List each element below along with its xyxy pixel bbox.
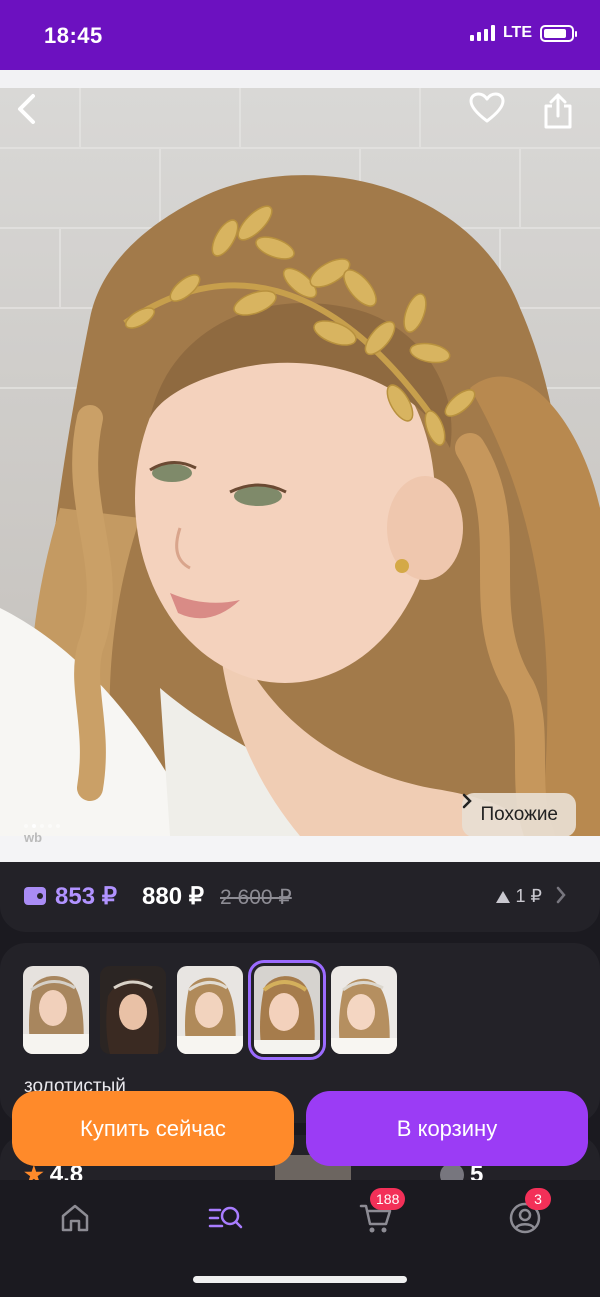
old-price: 2 600 ₽	[220, 886, 292, 909]
nav-profile[interactable]: 3	[495, 1188, 555, 1240]
status-indicators: LTE	[469, 24, 577, 42]
price: 880 ₽	[142, 883, 204, 910]
similar-button[interactable]: Похожие	[462, 793, 576, 836]
chevron-right-icon	[556, 886, 566, 904]
share-icon	[544, 93, 572, 129]
gallery-dot	[56, 824, 60, 828]
share-button[interactable]	[542, 92, 586, 136]
variant-thumbnail[interactable]	[100, 966, 166, 1054]
product-screen: 18:45 LTE Похожие wb 853 ₽ 880 ₽ 2 600 ₽…	[0, 0, 600, 1297]
signal-icon	[469, 25, 495, 41]
image-bottom-band	[0, 836, 600, 862]
gallery-dot	[32, 824, 36, 828]
wallet-icon	[24, 887, 46, 905]
watermark: wb	[24, 830, 43, 845]
arrow-up-icon	[495, 890, 510, 903]
variant-thumbnail[interactable]	[23, 966, 89, 1054]
product-image-gallery[interactable]: Похожие	[0, 88, 600, 836]
heart-icon	[469, 92, 505, 123]
variant-thumbnail-selected[interactable]	[248, 960, 326, 1060]
search-catalog-icon	[208, 1206, 243, 1229]
nav-catalog[interactable]	[196, 1196, 256, 1240]
gallery-dots	[24, 824, 60, 828]
status-bar: 18:45 LTE	[0, 0, 600, 70]
back-button[interactable]	[14, 92, 58, 136]
variant-thumbnail[interactable]	[331, 966, 397, 1054]
cart-badge: 188	[370, 1188, 406, 1210]
buy-now-button[interactable]: Купить сейчас	[12, 1091, 294, 1166]
nav-home[interactable]	[45, 1196, 105, 1240]
favorite-button[interactable]	[469, 92, 513, 136]
variant-thumbnail[interactable]	[177, 966, 243, 1054]
nav-cart[interactable]: 188	[346, 1188, 406, 1240]
product-photo	[0, 88, 600, 836]
gallery-dot	[40, 824, 44, 828]
gallery-dot	[24, 824, 28, 828]
network-label: LTE	[502, 24, 532, 41]
home-indicator	[193, 1276, 407, 1283]
add-to-cart-button[interactable]: В корзину	[306, 1091, 588, 1166]
home-icon	[61, 1204, 89, 1232]
price-change: 1 ₽	[495, 886, 542, 907]
price-card[interactable]: 853 ₽ 880 ₽ 2 600 ₽ 1 ₽	[0, 862, 600, 932]
chevron-right-icon	[463, 793, 473, 809]
top-strip	[0, 70, 600, 88]
status-time: 18:45	[44, 23, 103, 48]
wallet-price: 853 ₽	[55, 883, 117, 910]
profile-badge: 3	[525, 1188, 551, 1210]
chevron-left-icon	[18, 94, 35, 124]
gallery-dot	[48, 824, 52, 828]
variant-thumbnails	[23, 960, 397, 1060]
price-change-value: 1 ₽	[515, 886, 542, 906]
battery-icon	[540, 24, 577, 42]
similar-label: Похожие	[480, 804, 558, 825]
